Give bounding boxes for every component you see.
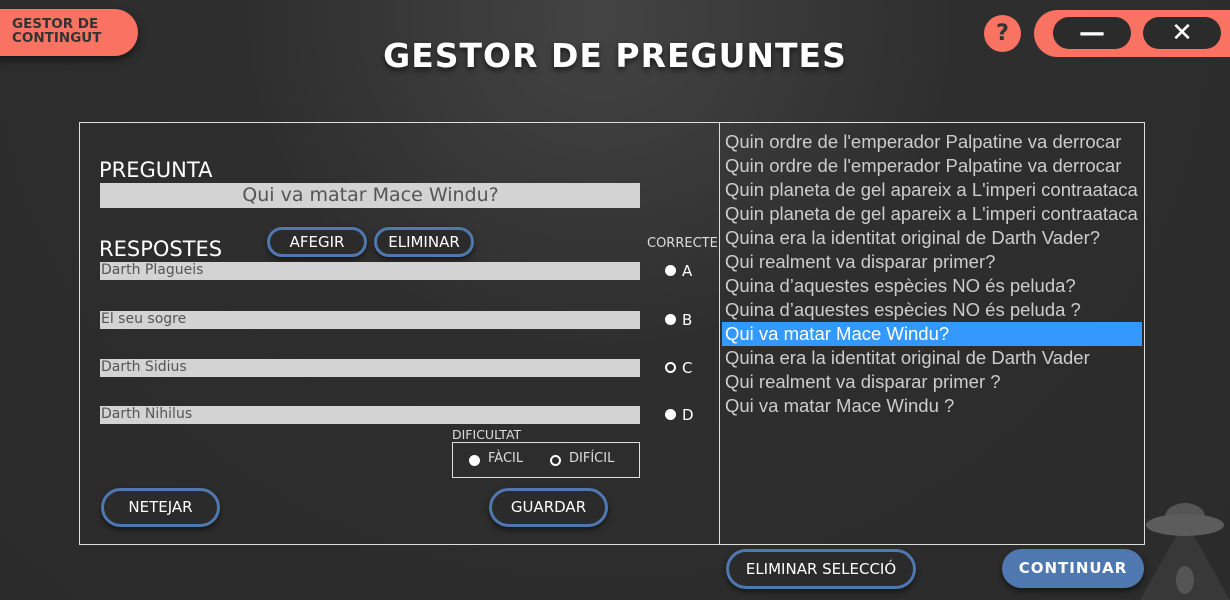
correct-radio-a[interactable]: [665, 265, 676, 276]
continue-button[interactable]: CONTINUAR: [1002, 549, 1144, 588]
questions-list[interactable]: Quin ordre de l'emperador Palpatine va d…: [722, 130, 1142, 418]
correct-radio-b[interactable]: [665, 314, 676, 325]
hard-label: DIFÍCIL: [569, 451, 615, 466]
question-list-item[interactable]: Quin ordre de l'emperador Palpatine va d…: [722, 154, 1142, 178]
question-list-item[interactable]: Quina era la identitat original de Darth…: [722, 226, 1142, 250]
answer-letter: C: [682, 359, 693, 377]
question-list-item[interactable]: Qui va matar Mace Windu?: [722, 322, 1142, 346]
answer-letter: A: [682, 262, 693, 280]
answer-input[interactable]: Darth Sidius: [100, 359, 640, 377]
close-button[interactable]: ✕: [1143, 17, 1221, 49]
delete-button[interactable]: ELIMINAR: [374, 227, 474, 257]
question-list-item[interactable]: Qui va matar Mace Windu ?: [722, 394, 1142, 418]
delete-selection-button[interactable]: ELIMINAR SELECCIÓ: [726, 549, 916, 589]
answers-label: RESPOSTES: [99, 237, 223, 261]
difficulty-label: DIFICULTAT: [452, 427, 522, 442]
answer-letter: B: [682, 311, 693, 329]
question-list-item[interactable]: Qui realment va disparar primer?: [722, 250, 1142, 274]
hard-radio[interactable]: [550, 455, 561, 466]
easy-label: FÀCIL: [488, 451, 524, 466]
correct-label: CORRECTE: [647, 236, 718, 251]
question-label: PREGUNTA: [99, 158, 213, 182]
minimize-button[interactable]: —: [1053, 17, 1131, 49]
question-list-item[interactable]: Quina d’aquestes espècies NO és peluda ?: [722, 298, 1142, 322]
clear-button[interactable]: NETEJAR: [101, 488, 220, 527]
question-list-item[interactable]: Quin planeta de gel apareix a L'imperi c…: [722, 178, 1142, 202]
save-button[interactable]: GUARDAR: [489, 488, 608, 527]
answer-input[interactable]: Darth Plagueis: [100, 262, 640, 280]
question-list-item[interactable]: Quina era la identitat original de Darth…: [722, 346, 1142, 370]
question-list-item[interactable]: Quin planeta de gel apareix a L'imperi c…: [722, 202, 1142, 226]
correct-radio-c[interactable]: [665, 362, 676, 373]
correct-radio-d[interactable]: [665, 409, 676, 420]
answer-letter: D: [682, 406, 694, 424]
question-list-item[interactable]: Qui realment va disparar primer ?: [722, 370, 1142, 394]
help-button[interactable]: ?: [984, 15, 1021, 52]
question-list-item[interactable]: Quin ordre de l'emperador Palpatine va d…: [722, 130, 1142, 154]
ufo-illustration-icon: [1140, 503, 1230, 600]
panel-divider: [719, 122, 720, 545]
answer-input[interactable]: Darth Nihilus: [100, 406, 640, 424]
easy-radio[interactable]: [469, 455, 480, 466]
answer-input[interactable]: El seu sogre: [100, 311, 640, 329]
question-list-item[interactable]: Quina d’aquestes espècies NO és peluda?: [722, 274, 1142, 298]
question-input[interactable]: Qui va matar Mace Windu?: [100, 183, 640, 208]
add-button[interactable]: AFEGIR: [267, 227, 367, 257]
